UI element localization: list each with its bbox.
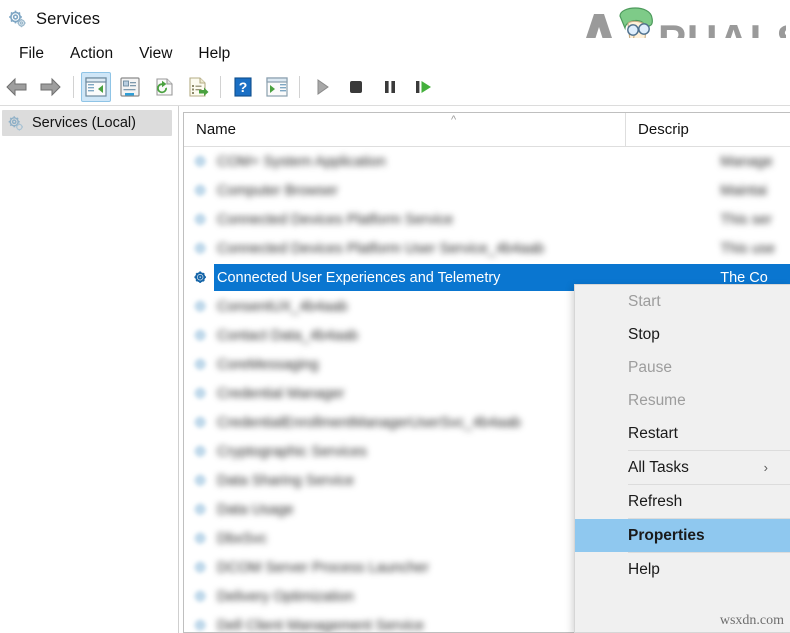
table-row[interactable]: Computer Browser Maintai (184, 176, 790, 205)
chevron-right-icon: › (763, 460, 768, 475)
toolbar-separator-2 (220, 76, 221, 98)
export-list-icon (187, 77, 209, 97)
context-menu-item-resume: Resume (575, 384, 790, 417)
service-gear-icon (192, 211, 210, 229)
start-service-button[interactable] (307, 72, 337, 102)
context-menu-item-label: Restart (628, 424, 678, 442)
context-menu-item-label: Properties (628, 526, 705, 544)
list-column-header: Name Descrip ^ (184, 113, 790, 147)
table-row[interactable]: Connected Devices Platform Service This s… (184, 205, 790, 234)
sidebar-item-services-local[interactable]: Services (Local) (2, 110, 172, 136)
back-icon (5, 77, 29, 97)
menu-view[interactable]: View (126, 43, 185, 65)
column-header-name[interactable]: Name (184, 113, 625, 146)
table-row[interactable]: COM+ System Application Manage (184, 147, 790, 176)
context-menu-item-all-tasks[interactable]: All Tasks › (575, 451, 790, 484)
forward-icon (39, 77, 63, 97)
service-gear-icon (192, 298, 210, 316)
menu-file[interactable]: File (6, 43, 57, 65)
title-bar: Services (0, 0, 790, 38)
back-button[interactable] (2, 72, 32, 102)
service-gear-icon (192, 588, 210, 606)
context-menu-item-refresh[interactable]: Refresh (575, 485, 790, 518)
properties-icon (119, 77, 141, 97)
context-menu-item-help[interactable]: Help (575, 553, 790, 586)
refresh-icon (153, 77, 175, 97)
service-name: COM+ System Application (217, 153, 386, 170)
service-description: This ser (720, 211, 772, 228)
service-gear-icon (192, 472, 210, 490)
service-gear-icon (192, 269, 210, 287)
context-menu-item-pause: Pause (575, 351, 790, 384)
service-gear-icon (192, 617, 210, 633)
forward-button[interactable] (36, 72, 66, 102)
context-menu-item-label: Refresh (628, 492, 683, 510)
stop-service-button[interactable] (341, 72, 371, 102)
refresh-button[interactable] (149, 72, 179, 102)
start-service-icon (313, 78, 331, 96)
context-menu-item-label: Help (628, 560, 660, 578)
service-gear-icon (192, 530, 210, 548)
context-menu-item-label: Start (628, 292, 661, 310)
service-gear-icon (192, 240, 210, 258)
service-name: Connected Devices Platform Service (217, 211, 454, 228)
console-tree-pane: Services (Local) (0, 106, 179, 633)
help-button[interactable]: ? (228, 72, 258, 102)
properties-button[interactable] (115, 72, 145, 102)
service-name: Connected Devices Platform User Service_… (217, 240, 545, 257)
service-gear-icon (192, 153, 210, 171)
context-menu-item-properties[interactable]: Properties (575, 519, 790, 552)
pause-service-icon (381, 78, 399, 96)
services-gear-icon (6, 8, 28, 30)
sidebar-item-label: Services (Local) (32, 115, 136, 131)
service-name: Computer Browser (217, 182, 338, 199)
service-gear-icon (192, 559, 210, 577)
site-watermark: wsxdn.com (719, 613, 784, 628)
service-description: Manage (720, 153, 773, 170)
service-gear-icon (192, 501, 210, 519)
pause-service-button[interactable] (375, 72, 405, 102)
service-gear-icon (192, 443, 210, 461)
menu-bar: File Action View Help (0, 38, 790, 70)
stop-service-icon (347, 78, 365, 96)
services-gear-icon (6, 114, 25, 133)
show-hide-console-tree-icon (85, 77, 107, 97)
export-list-button[interactable] (183, 72, 213, 102)
service-gear-icon (192, 356, 210, 374)
toolbar-separator-3 (299, 76, 300, 98)
service-gear-icon (192, 182, 210, 200)
context-menu: Start Stop Pause Resume Restart All Tasks › Ref… (574, 284, 790, 633)
context-menu-item-start: Start (575, 285, 790, 318)
service-description: Maintai (720, 182, 767, 199)
menu-action[interactable]: Action (57, 43, 126, 65)
context-menu-item-stop[interactable]: Stop (575, 318, 790, 351)
help-icon: ? (233, 77, 253, 97)
table-row[interactable]: Connected Devices Platform User Service_… (184, 234, 790, 263)
service-name: Connected User Experiences and Telemetry (217, 269, 501, 286)
show-action-pane-button[interactable] (262, 72, 292, 102)
restart-service-button[interactable] (409, 72, 439, 102)
column-header-description[interactable]: Descrip (625, 113, 790, 146)
service-gear-icon (192, 385, 210, 403)
svg-text:?: ? (239, 79, 248, 95)
context-menu-item-label: All Tasks (628, 458, 689, 476)
context-menu-item-label: Resume (628, 391, 686, 409)
menu-help[interactable]: Help (185, 43, 243, 65)
context-menu-item-label: Stop (628, 325, 660, 343)
service-description: The Co (720, 269, 768, 286)
toolbar-separator (73, 76, 74, 98)
service-gear-icon (192, 327, 210, 345)
restart-service-icon (414, 78, 434, 96)
context-menu-item-restart[interactable]: Restart (575, 417, 790, 450)
show-hide-console-tree-button[interactable] (81, 72, 111, 102)
sort-ascending-icon: ^ (451, 114, 457, 126)
service-description: This use (720, 240, 776, 257)
service-gear-icon (192, 414, 210, 432)
show-action-pane-icon (266, 77, 288, 97)
toolbar: ? (0, 69, 790, 106)
context-menu-item-label: Pause (628, 358, 672, 376)
window-title: Services (36, 9, 101, 28)
